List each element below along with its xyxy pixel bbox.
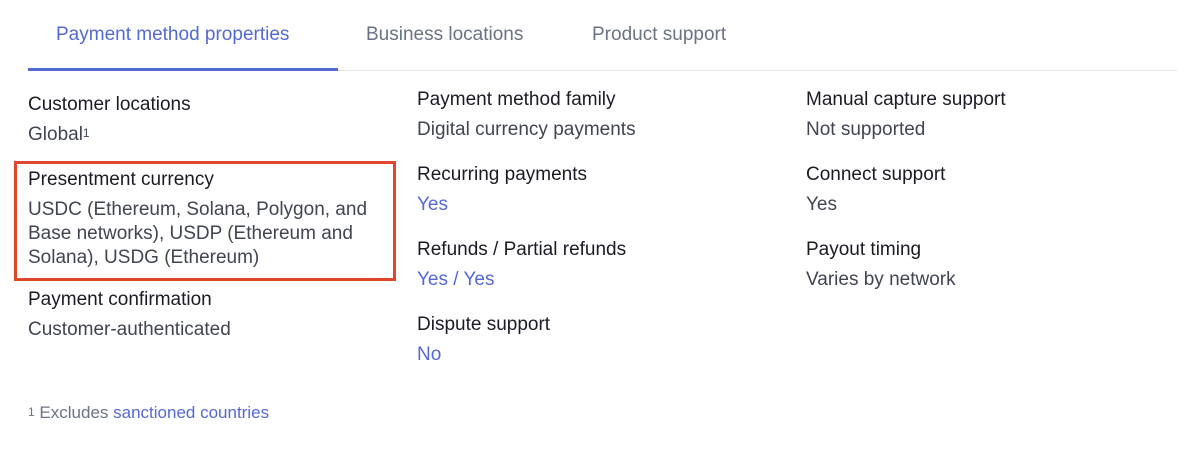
tab-business-locations[interactable]: Business locations — [366, 22, 523, 70]
property-connect-support: Connect support Yes — [806, 163, 1176, 217]
active-tab-indicator — [28, 68, 338, 71]
property-label: Dispute support — [417, 314, 551, 335]
footnote-marker: 1 — [82, 126, 90, 140]
property-value: Varies by network — [806, 269, 956, 290]
tab-label: Product support — [592, 24, 727, 45]
tab-label: Business locations — [366, 24, 524, 45]
property-label: Payout timing — [806, 239, 922, 260]
property-recurring-payments: Recurring payments Yes — [417, 163, 787, 217]
tab-product-support[interactable]: Product support — [592, 22, 726, 70]
property-value-link[interactable]: Yes / Yes — [417, 268, 787, 292]
property-payment-confirmation: Payment confirmation Customer-authentica… — [28, 288, 398, 342]
property-label: Payment confirmation — [28, 289, 212, 310]
tab-label: Payment method properties — [56, 24, 290, 45]
highlight-box — [14, 161, 396, 281]
property-manual-capture-support: Manual capture support Not supported — [806, 88, 1176, 142]
property-label: Manual capture support — [806, 89, 1006, 110]
footnote: 1 Excludes sanctioned countries — [28, 401, 269, 425]
footnote-marker: 1 — [28, 405, 35, 419]
property-value: Digital currency payments — [417, 119, 636, 140]
property-refunds: Refunds / Partial refunds Yes / Yes — [417, 238, 787, 292]
property-label: Payment method family — [417, 89, 616, 110]
property-value: Not supported — [806, 119, 926, 140]
tab-bar: Payment method properties Business locat… — [28, 0, 1177, 71]
property-label: Recurring payments — [417, 164, 588, 185]
property-value: Yes — [806, 194, 837, 215]
property-value: Global1 — [28, 123, 398, 147]
property-label: Customer locations — [28, 94, 191, 115]
tab-payment-method-properties[interactable]: Payment method properties — [56, 22, 289, 70]
sanctioned-countries-link[interactable]: sanctioned countries — [113, 403, 269, 422]
property-label: Connect support — [806, 164, 946, 185]
property-value-link[interactable]: No — [417, 343, 787, 367]
property-value: Customer-authenticated — [28, 319, 231, 340]
property-payment-method-family: Payment method family Digital currency p… — [417, 88, 787, 142]
property-customer-locations: Customer locations Global1 — [28, 93, 398, 147]
property-value-link[interactable]: Yes — [417, 193, 787, 217]
footnote-text: Excludes — [39, 403, 109, 422]
property-label: Refunds / Partial refunds — [417, 239, 627, 260]
property-dispute-support: Dispute support No — [417, 313, 787, 367]
property-value-text: Global — [28, 124, 83, 145]
property-payout-timing: Payout timing Varies by network — [806, 238, 1176, 292]
